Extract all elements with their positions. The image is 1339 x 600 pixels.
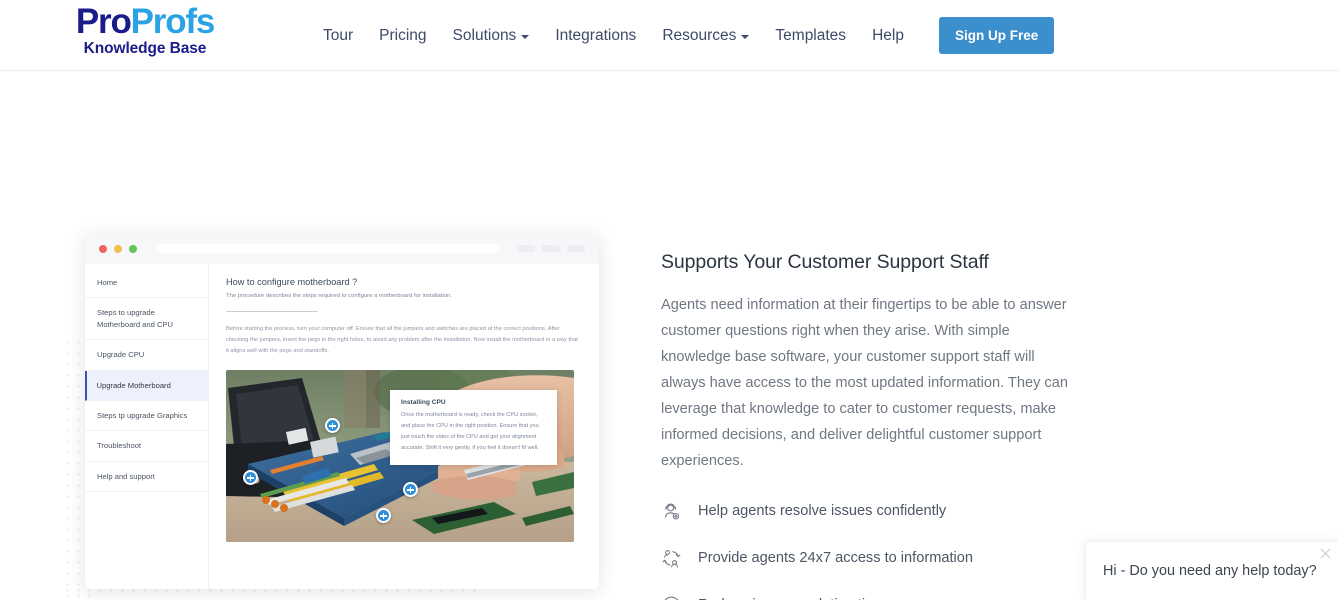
kb-article-title: How to configure motherboard ? (226, 277, 358, 287)
kb-article: How to configure motherboard ? The proce… (209, 264, 599, 589)
feature-paragraph: Agents need information at their fingert… (661, 297, 1068, 469)
window-maximize-dot-icon (129, 244, 137, 253)
nav-item-resources[interactable]: Resources (649, 27, 762, 45)
kb-article-photo: Installing CPU Once the motherboard is r… (226, 370, 574, 543)
browser-viewport: Home Steps to upgrade Motherboard and CP… (85, 264, 599, 589)
kb-sidebar-item-upgrade-motherboard[interactable]: Upgrade Motherboard (85, 370, 208, 401)
toolbar-chip-icon (567, 245, 585, 252)
kb-sidebar-item-home[interactable]: Home (85, 268, 208, 299)
kb-sidebar-item-upgrade-cpu[interactable]: Upgrade CPU (85, 340, 208, 371)
logo-pro-text: Pro (75, 2, 132, 41)
nav-label: Solutions (452, 26, 517, 44)
nav-item-pricing[interactable]: Pricing (366, 27, 439, 45)
main-navigation: Tour Pricing Solutions Integrations Reso… (310, 0, 1055, 71)
logo-profs-text: Profs (130, 2, 216, 41)
proprofs-logo[interactable]: ProProfs Knowledge Base (60, 4, 230, 57)
browser-url-bar (156, 244, 500, 253)
close-icon[interactable] (1318, 546, 1333, 561)
kb-sidebar-item-steps-to-upgrade-motherboard-and-cpu[interactable]: Steps to upgrade Motherboard and CPU (85, 298, 208, 341)
site-header: ProProfs Knowledge Base Tour Pricing Sol… (0, 0, 1339, 71)
window-minimize-dot-icon (114, 244, 122, 253)
nav-item-integrations[interactable]: Integrations (542, 27, 649, 45)
kb-sidebar-item-help-and-support[interactable]: Help and support (85, 462, 208, 493)
feature-section: Supports Your Customer Support Staff Age… (661, 251, 1076, 600)
nav-item-tour[interactable]: Tour (310, 27, 366, 45)
kb-sidebar-item-steps-tp-upgrade-graphics[interactable]: Steps tp upgrade Graphics (85, 401, 208, 432)
nav-item-help[interactable]: Help (859, 27, 917, 45)
people-sync-icon (661, 548, 682, 569)
chat-greeting-message: Hi - Do you need any help today? (1103, 563, 1317, 579)
kb-divider (226, 310, 318, 312)
logo-wordmark: ProProfs (60, 4, 230, 39)
nav-label: Integrations (555, 26, 637, 44)
kb-article-subtitle: The procedure describes the steps requir… (226, 293, 452, 299)
nav-label: Templates (775, 26, 847, 44)
nav-label: Pricing (379, 26, 427, 44)
nav-item-templates[interactable]: Templates (762, 27, 859, 45)
logo-subtitle: Knowledge Base (83, 40, 207, 57)
feature-heading: Supports Your Customer Support Staff (661, 251, 989, 273)
feature-list-item: Provide agents 24x7 access to informatio… (661, 548, 1076, 569)
kb-article-body: Before starting the process, turn your c… (226, 325, 578, 355)
chevron-down-icon (741, 35, 750, 39)
nav-label: Tour (323, 26, 354, 44)
feature-label: Help agents resolve issues confidently (698, 503, 947, 520)
chat-widget[interactable]: Hi - Do you need any help today? (1086, 542, 1339, 600)
nav-label: Resources (662, 26, 737, 44)
callout-title: Installing CPU (401, 399, 446, 407)
browser-title-bar (85, 233, 599, 264)
feature-list: Help agents resolve issues confidently P… (661, 501, 1076, 600)
window-close-dot-icon (99, 244, 107, 253)
feature-label: Provide agents 24x7 access to informatio… (698, 550, 974, 567)
support-agent-icon (661, 501, 682, 522)
nav-item-solutions[interactable]: Solutions (440, 27, 543, 45)
installing-cpu-callout-card: Installing CPU Once the motherboard is r… (390, 390, 557, 465)
knowledge-base-browser-mockup: Home Steps to upgrade Motherboard and CP… (85, 233, 599, 589)
callout-body: Once the motherboard is ready, check the… (401, 412, 539, 451)
arrow-circle-right-icon (661, 595, 682, 600)
feature-list-item: Reduce issue resolution time (661, 595, 1076, 600)
chevron-down-icon (521, 35, 530, 39)
feature-list-item: Help agents resolve issues confidently (661, 501, 1076, 522)
kb-sidebar: Home Steps to upgrade Motherboard and CP… (85, 264, 209, 589)
kb-sidebar-item-troubleshoot[interactable]: Troubleshoot (85, 431, 208, 462)
toolbar-chip-icon (542, 245, 560, 252)
toolbar-chip-icon (517, 245, 535, 252)
sign-up-free-button[interactable]: Sign Up Free (938, 17, 1055, 54)
page-body: Home Steps to upgrade Motherboard and CP… (0, 71, 1339, 600)
nav-label: Help (872, 26, 904, 44)
